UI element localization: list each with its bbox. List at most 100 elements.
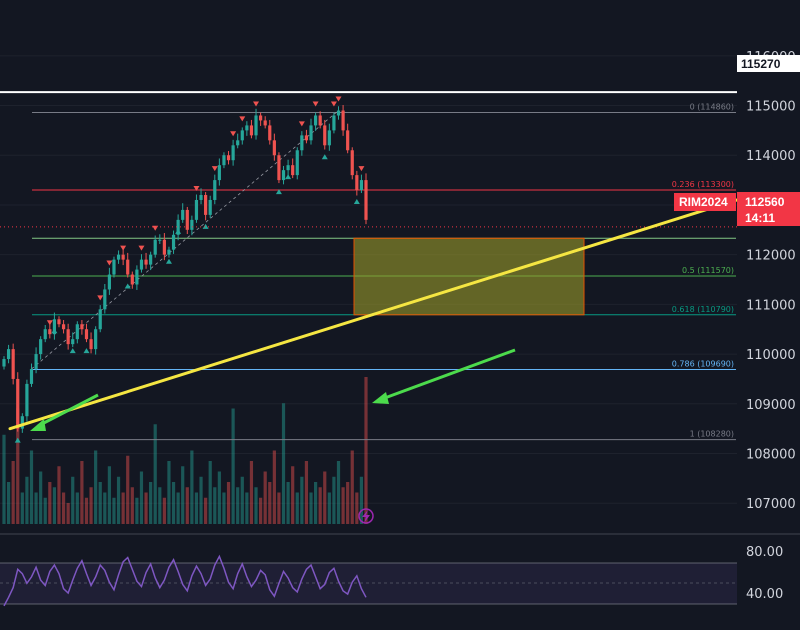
volume-bar bbox=[66, 503, 70, 524]
candle-body bbox=[263, 120, 267, 126]
volume-bar bbox=[208, 461, 212, 524]
volume-bar bbox=[29, 450, 34, 524]
volume-bar bbox=[327, 492, 331, 524]
candle-body bbox=[162, 239, 166, 255]
price-tick-label: 108000 bbox=[746, 447, 796, 462]
volume-bar bbox=[149, 482, 153, 524]
volume-bar bbox=[323, 471, 327, 524]
volume-bar bbox=[318, 487, 322, 524]
candle-body bbox=[126, 259, 130, 275]
candle-body bbox=[272, 140, 276, 156]
chart-canvas[interactable]: 0 (114860) 0.236 (113300) 0.5 (111570) 0.61… bbox=[0, 0, 800, 630]
resistance-price-text: 115270 bbox=[741, 57, 781, 71]
rsi-pane bbox=[0, 554, 737, 607]
volume-bar bbox=[336, 461, 341, 524]
price-tick-label: 109000 bbox=[746, 398, 796, 413]
candle-body bbox=[48, 329, 52, 335]
countdown-text: 14:11 bbox=[745, 211, 775, 225]
candle-body bbox=[2, 359, 6, 367]
volume-bar bbox=[162, 497, 166, 524]
candle-body bbox=[245, 125, 249, 131]
candle-body bbox=[43, 329, 47, 340]
volume-bar bbox=[236, 487, 240, 524]
volume-bar bbox=[190, 450, 194, 524]
candle-body bbox=[144, 259, 148, 265]
candle-body bbox=[259, 115, 263, 121]
volume-bar bbox=[126, 455, 130, 524]
volume-bar bbox=[61, 492, 66, 524]
volume-bar bbox=[295, 492, 299, 524]
volume-bar bbox=[89, 487, 93, 524]
candle-body bbox=[190, 219, 194, 230]
candle-body bbox=[98, 309, 102, 330]
volume-bar bbox=[25, 476, 29, 524]
volume-bar bbox=[20, 492, 24, 524]
candle-body bbox=[231, 145, 235, 161]
volume-bar bbox=[300, 476, 304, 524]
candle-body bbox=[208, 199, 212, 215]
volume-bar bbox=[272, 450, 276, 524]
candle-body bbox=[332, 115, 336, 131]
candle-body bbox=[167, 249, 171, 255]
candle-body bbox=[107, 274, 111, 290]
candle-body bbox=[226, 155, 231, 161]
price-tick-label: 115000 bbox=[746, 100, 796, 115]
volume-bar bbox=[249, 461, 254, 524]
volume-bar bbox=[6, 482, 11, 524]
volume-bar bbox=[71, 476, 75, 524]
candle-body bbox=[61, 324, 66, 330]
fib-level-label: 0.236 (113300) bbox=[672, 180, 734, 189]
volume-bar bbox=[121, 492, 125, 524]
volume-bar bbox=[98, 482, 102, 524]
candle-body bbox=[75, 324, 79, 340]
volume-bar bbox=[245, 492, 249, 524]
candle-body bbox=[199, 195, 203, 200]
volume-bar bbox=[204, 497, 208, 524]
volume-bar bbox=[103, 492, 107, 524]
volume-bar bbox=[309, 492, 313, 524]
candle-body bbox=[116, 254, 121, 260]
volume-bar bbox=[139, 471, 144, 524]
candle-body bbox=[359, 180, 364, 191]
volume-bar bbox=[304, 461, 309, 524]
candle-body bbox=[341, 110, 345, 131]
volume-bar bbox=[217, 471, 221, 524]
candle-body bbox=[286, 165, 290, 171]
volume-bar bbox=[176, 492, 180, 524]
symbol-tag-text: RIM2024 bbox=[679, 195, 728, 209]
volume-bar bbox=[130, 487, 134, 524]
symbol-tag: RIM2024 bbox=[674, 193, 736, 211]
volume-bar bbox=[2, 434, 6, 524]
candle-body bbox=[153, 239, 157, 255]
volume-bar bbox=[167, 461, 171, 524]
candle-body bbox=[204, 195, 208, 215]
candle-body bbox=[80, 324, 84, 330]
candle-body bbox=[323, 125, 327, 146]
resistance-price-tag: 115270 bbox=[737, 55, 800, 72]
candle-body bbox=[364, 180, 368, 220]
highlight-zone[interactable] bbox=[353, 237, 585, 316]
volume-bar bbox=[52, 487, 57, 524]
volume-bar bbox=[34, 492, 38, 524]
volume-bar bbox=[75, 492, 79, 524]
candle-body bbox=[336, 110, 341, 116]
candle-body bbox=[217, 165, 221, 181]
volume-bar bbox=[116, 476, 121, 524]
candle-body bbox=[34, 354, 38, 369]
candle-body bbox=[194, 199, 199, 220]
volume-bar bbox=[268, 482, 272, 524]
volume-bar bbox=[185, 487, 189, 524]
volume-bar bbox=[277, 492, 281, 524]
volume-bar bbox=[48, 482, 52, 524]
candle-body bbox=[213, 180, 217, 200]
candle-body bbox=[304, 135, 309, 141]
candle-body bbox=[29, 368, 34, 384]
volume-bar bbox=[84, 497, 89, 524]
candle-body bbox=[277, 155, 281, 181]
rsi-tick-label: 40.00 bbox=[746, 587, 783, 602]
price-tick-label: 111000 bbox=[746, 298, 796, 313]
candle-body bbox=[249, 125, 254, 136]
volume-bar bbox=[135, 497, 139, 524]
volume-bar bbox=[181, 466, 185, 524]
volume-bar bbox=[364, 377, 368, 524]
